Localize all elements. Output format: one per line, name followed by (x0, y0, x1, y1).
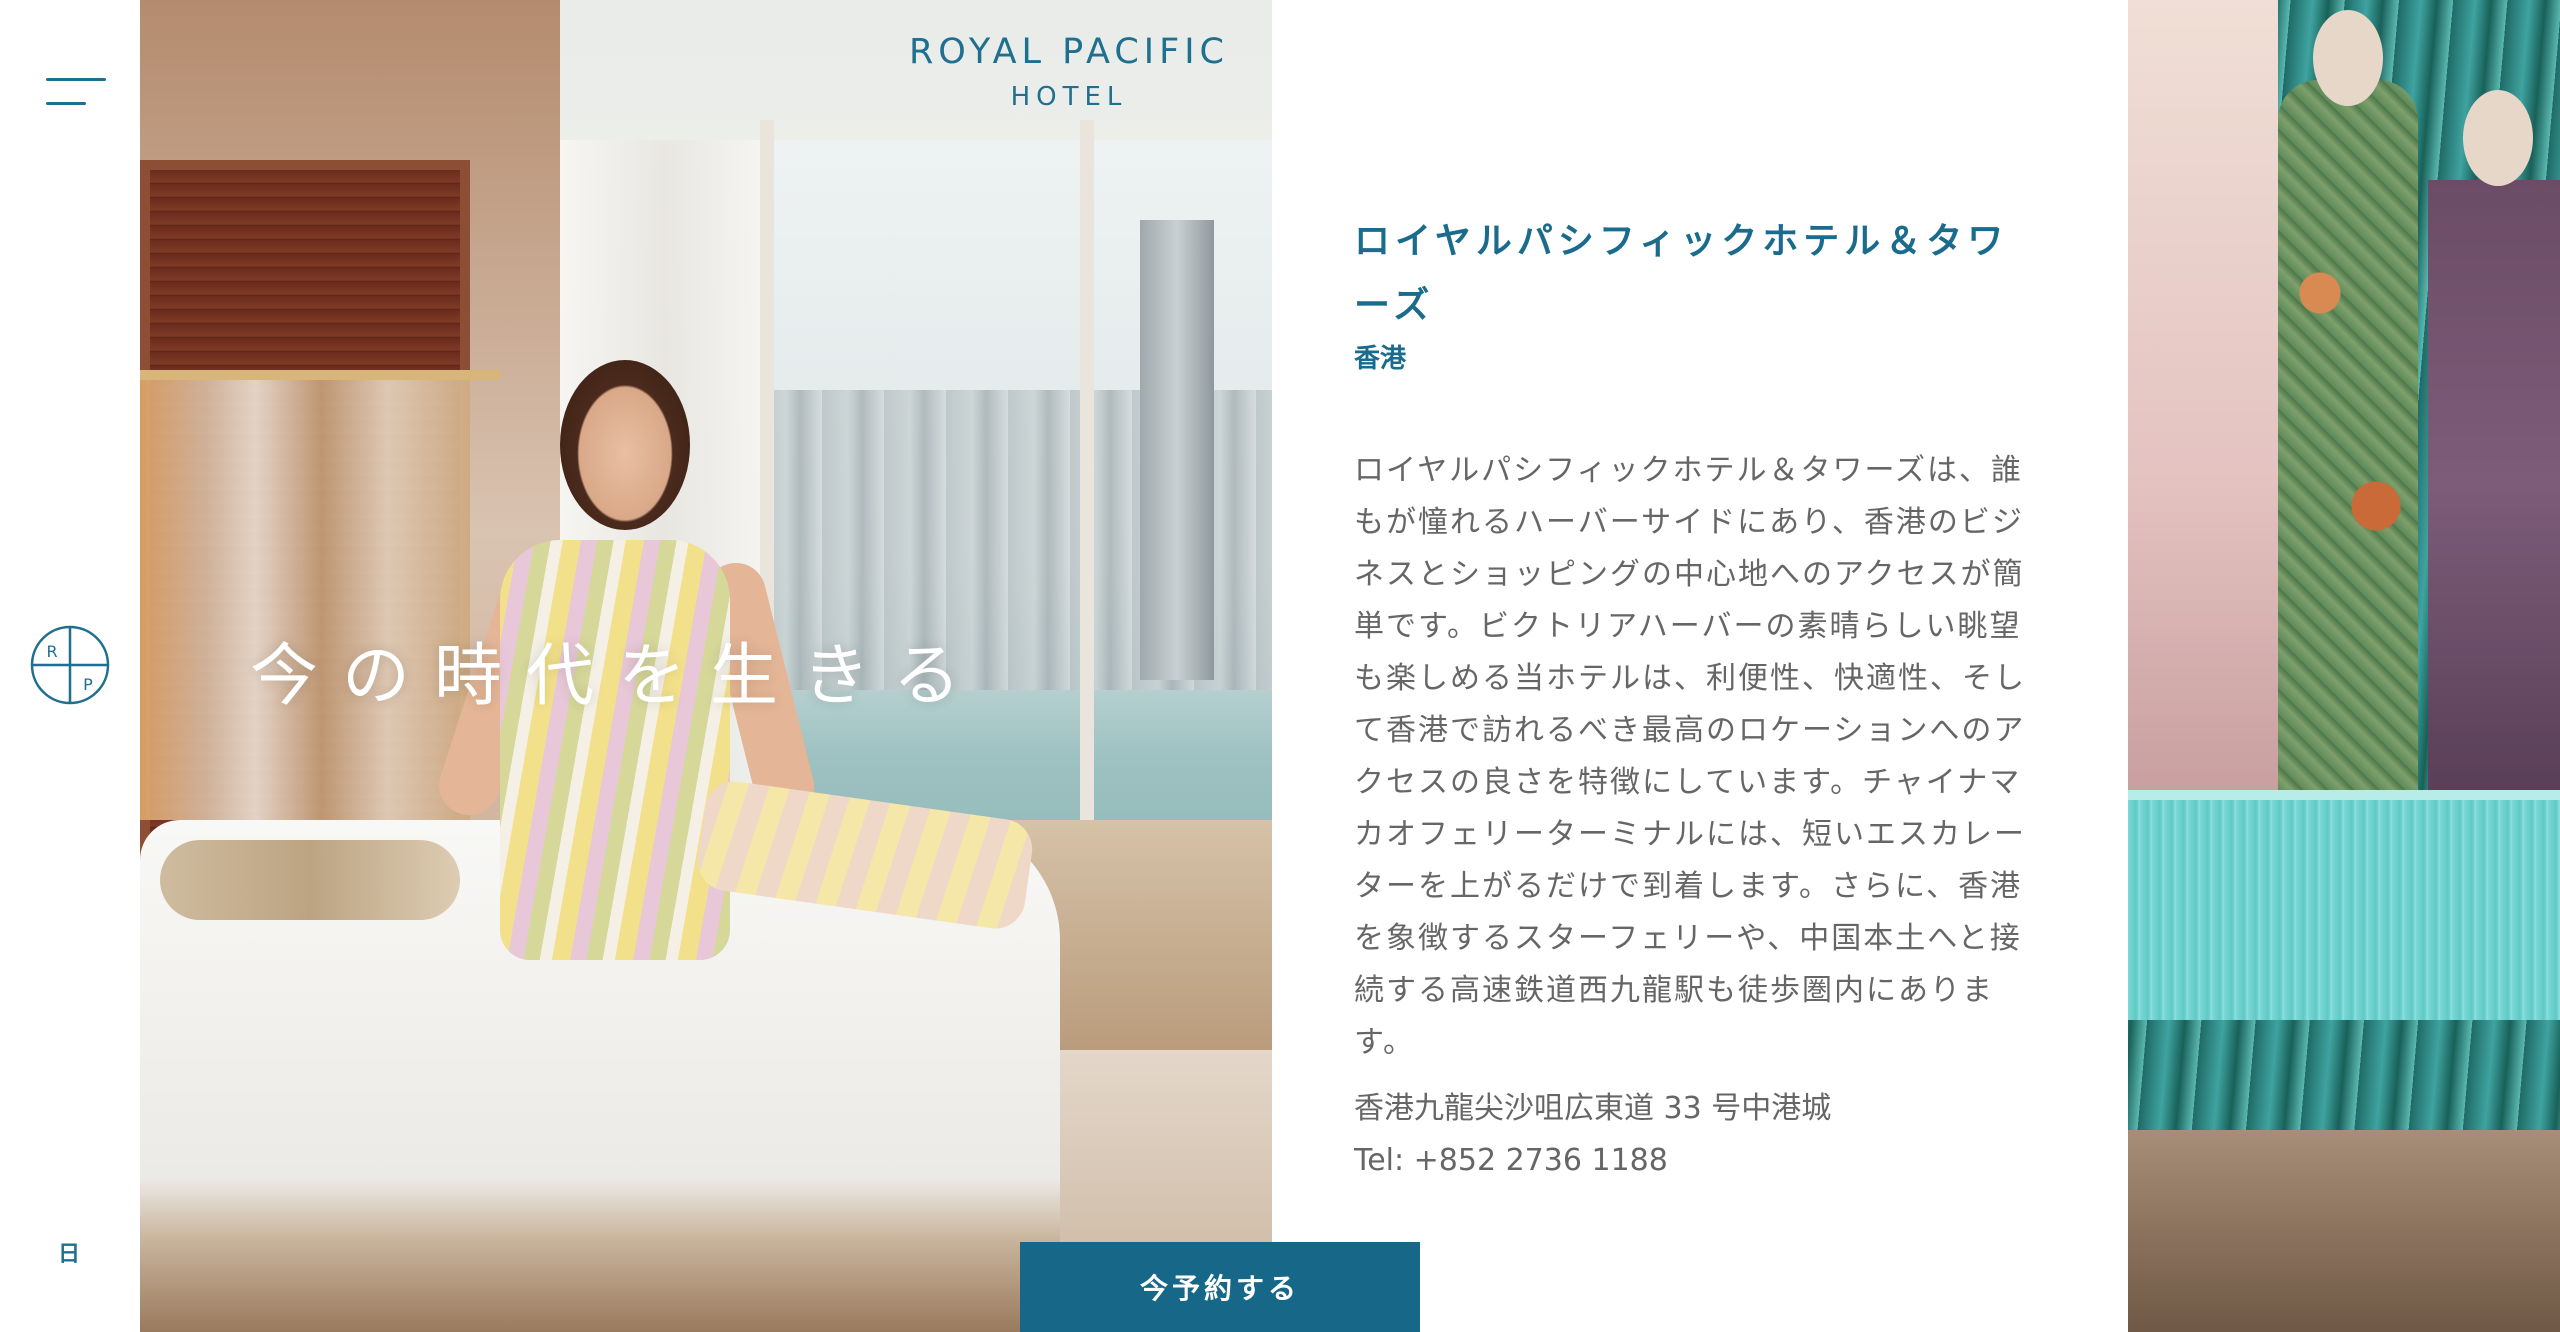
hotel-address: 香港九龍尖沙咀広東道 33 号中港城 (1354, 1091, 1832, 1126)
hotel-description: ロイヤルパシフィックホテル＆タワーズは、誰もが憧れるハーバーサイドにあり、香港の… (1354, 453, 2026, 1060)
language-switcher[interactable]: 日 (58, 1236, 80, 1268)
logo-letter-r: R (46, 642, 57, 661)
side-image-floor (2128, 1130, 2560, 1332)
side-image-mannequin (2428, 180, 2560, 790)
hero-headline: 今の時代を生きる (250, 637, 985, 716)
sidebar: R P 日 (0, 0, 140, 1332)
side-image-mannequin (2128, 0, 2278, 790)
hotel-title: ロイヤルパシフィックホテル＆タワーズ (1354, 221, 2009, 326)
rp-monogram-icon[interactable]: R P (29, 624, 111, 706)
hotel-city: 香港 (1354, 344, 1407, 374)
hero-clothes (140, 380, 470, 820)
side-image-plinth (2128, 790, 2560, 1020)
hamburger-menu-icon[interactable] (46, 74, 108, 114)
side-image-mannequin (2278, 80, 2418, 790)
side-image-mannequin-head (2463, 90, 2533, 186)
side-image-mannequin-head (2313, 10, 2383, 106)
hotel-info: ロイヤルパシフィックホテル＆タワーズ 香港 ロイヤルパシフィックホテル＆タワーズ… (1354, 210, 2030, 1187)
hero-tower (1140, 220, 1214, 680)
side-image (2128, 0, 2560, 1332)
brand-logo[interactable]: ROYAL PACIFIC HOTEL (904, 32, 1234, 112)
hero-clothes-rail (140, 370, 500, 380)
hotel-phone: Tel: +852 2736 1188 (1354, 1143, 1668, 1178)
brand-name: ROYAL PACIFIC (908, 32, 1230, 72)
hero-fabric (160, 840, 460, 920)
logo-letter-p: P (83, 675, 93, 694)
brand-sub: HOTEL (1010, 82, 1128, 112)
hero-person-head (560, 360, 690, 530)
hero-person-dress (500, 540, 730, 960)
book-now-button[interactable]: 今予約する (1020, 1242, 1420, 1332)
